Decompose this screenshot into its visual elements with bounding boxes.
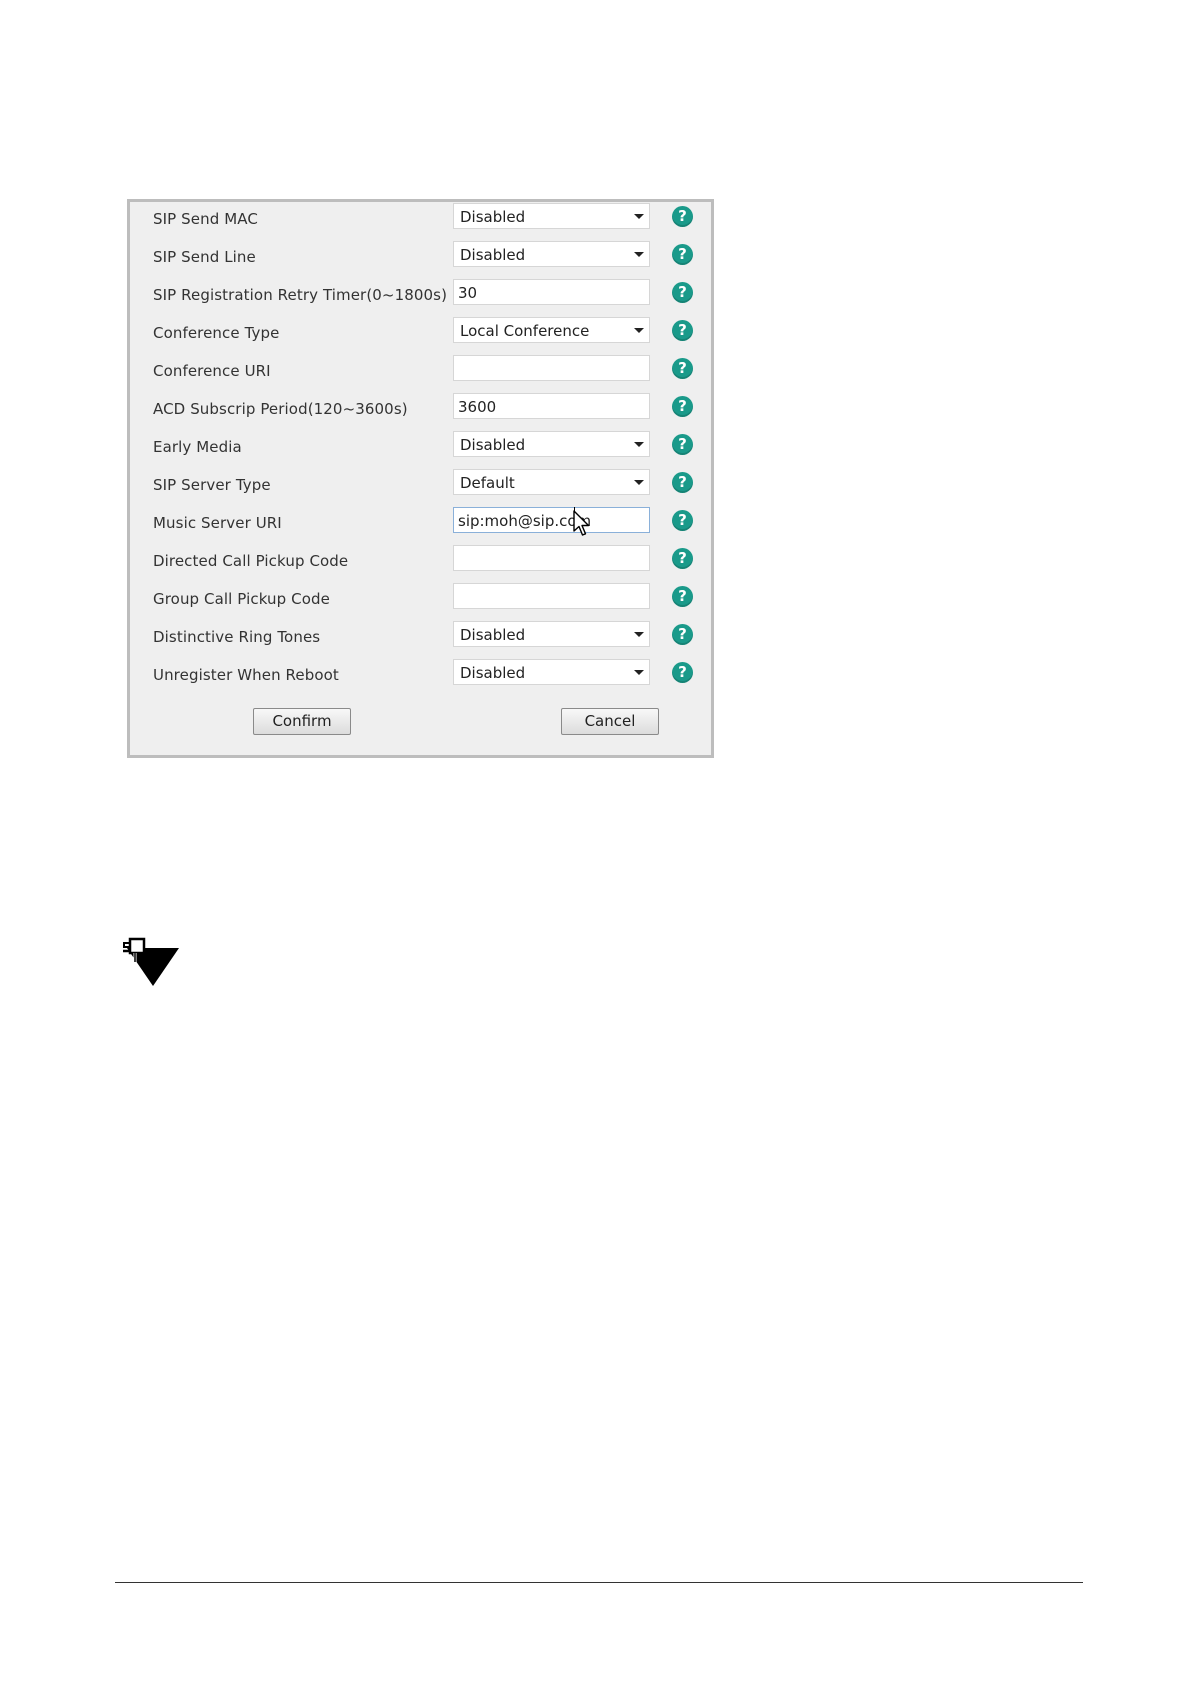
group-call-pickup-code-input[interactable] <box>453 583 650 609</box>
help-icon[interactable]: ? <box>672 548 693 569</box>
note-pin-icon <box>123 937 179 986</box>
help-icon[interactable]: ? <box>672 434 693 455</box>
acd-subscrip-period-input[interactable]: 3600 <box>453 393 650 419</box>
directed-call-pickup-code-input[interactable] <box>453 545 650 571</box>
early-media-select[interactable]: Disabled <box>453 431 650 457</box>
dropdown-arrow-icon <box>634 632 644 637</box>
setting-label: SIP Send MAC <box>153 210 258 228</box>
select-value: Disabled <box>460 436 526 454</box>
help-icon[interactable]: ? <box>672 282 693 303</box>
dropdown-arrow-icon <box>634 670 644 675</box>
setting-label: Early Media <box>153 438 242 456</box>
select-value: Default <box>460 474 515 492</box>
setting-row-acd-subscrip-period: ACD Subscrip Period(120~3600s) 3600 ? <box>130 392 711 430</box>
setting-label: SIP Server Type <box>153 476 271 494</box>
sip-send-line-select[interactable]: Disabled <box>453 241 650 267</box>
setting-label: ACD Subscrip Period(120~3600s) <box>153 400 408 418</box>
setting-label: Directed Call Pickup Code <box>153 552 349 570</box>
help-icon[interactable]: ? <box>672 320 693 341</box>
setting-row-directed-call-pickup-code: Directed Call Pickup Code ? <box>130 544 711 582</box>
distinctive-ring-tones-select[interactable]: Disabled <box>453 621 650 647</box>
help-icon[interactable]: ? <box>672 358 693 379</box>
dropdown-arrow-icon <box>634 252 644 257</box>
input-value: 3600 <box>458 398 497 416</box>
confirm-button[interactable]: Confirm <box>253 708 351 735</box>
select-value: Disabled <box>460 208 526 226</box>
mouse-pointer-icon <box>573 510 590 536</box>
setting-row-group-call-pickup-code: Group Call Pickup Code ? <box>130 582 711 620</box>
setting-label: SIP Send Line <box>153 248 256 266</box>
sip-server-type-select[interactable]: Default <box>453 469 650 495</box>
setting-label: Conference Type <box>153 324 280 342</box>
setting-label: Distinctive Ring Tones <box>153 628 321 646</box>
sip-registration-retry-timer-input[interactable]: 30 <box>453 279 650 305</box>
setting-label: Unregister When Reboot <box>153 666 339 684</box>
setting-row-sip-server-type: SIP Server Type Default ? <box>130 468 711 506</box>
input-value: 30 <box>458 284 478 302</box>
music-server-uri-input[interactable]: sip:moh@sip.com <box>453 507 650 533</box>
dropdown-arrow-icon <box>634 480 644 485</box>
help-icon[interactable]: ? <box>672 510 693 531</box>
conference-uri-input[interactable] <box>453 355 650 381</box>
select-value: Disabled <box>460 664 526 682</box>
footer-divider <box>115 1582 1083 1583</box>
select-value: Disabled <box>460 626 526 644</box>
setting-label: Music Server URI <box>153 514 282 532</box>
conference-type-select[interactable]: Local Conference <box>453 317 650 343</box>
setting-row-distinctive-ring-tones: Distinctive Ring Tones Disabled ? <box>130 620 711 658</box>
sip-settings-panel: SIP Send MAC Disabled ? SIP Send Line Di… <box>127 199 714 758</box>
help-icon[interactable]: ? <box>672 586 693 607</box>
setting-row-music-server-uri: Music Server URI sip:moh@sip.com ? <box>130 506 711 544</box>
unregister-when-reboot-select[interactable]: Disabled <box>453 659 650 685</box>
help-icon[interactable]: ? <box>672 244 693 265</box>
dropdown-arrow-icon <box>634 328 644 333</box>
help-icon[interactable]: ? <box>672 472 693 493</box>
setting-label: Group Call Pickup Code <box>153 590 330 608</box>
cancel-button[interactable]: Cancel <box>561 708 659 735</box>
dropdown-arrow-icon <box>634 214 644 219</box>
setting-row-early-media: Early Media Disabled ? <box>130 430 711 468</box>
help-icon[interactable]: ? <box>672 624 693 645</box>
setting-label: SIP Registration Retry Timer(0~1800s) <box>153 286 448 304</box>
setting-row-sip-send-line: SIP Send Line Disabled ? <box>130 240 711 278</box>
setting-row-sip-registration-retry-timer: SIP Registration Retry Timer(0~1800s) 30… <box>130 278 711 316</box>
setting-label: Conference URI <box>153 362 271 380</box>
select-value: Local Conference <box>460 322 590 340</box>
help-icon[interactable]: ? <box>672 662 693 683</box>
dropdown-arrow-icon <box>634 442 644 447</box>
help-icon[interactable]: ? <box>672 396 693 417</box>
setting-row-sip-send-mac: SIP Send MAC Disabled ? <box>130 202 711 240</box>
setting-row-conference-type: Conference Type Local Conference ? <box>130 316 711 354</box>
setting-row-unregister-when-reboot: Unregister When Reboot Disabled ? <box>130 658 711 696</box>
setting-row-conference-uri: Conference URI ? <box>130 354 711 392</box>
sip-send-mac-select[interactable]: Disabled <box>453 203 650 229</box>
select-value: Disabled <box>460 246 526 264</box>
help-icon[interactable]: ? <box>672 206 693 227</box>
